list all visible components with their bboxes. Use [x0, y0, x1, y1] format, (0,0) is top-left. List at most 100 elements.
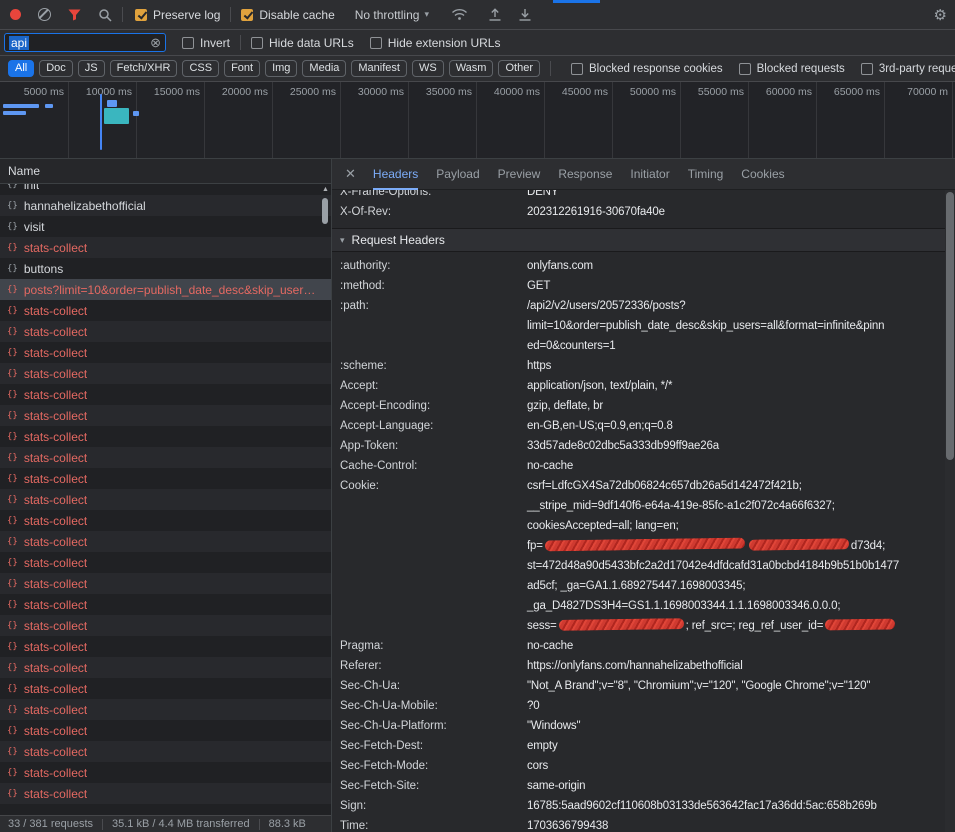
request-row[interactable]: {}stats-collect: [0, 489, 331, 510]
request-row[interactable]: {}stats-collect: [0, 678, 331, 699]
request-row[interactable]: {}stats-collect: [0, 573, 331, 594]
header-row: Cookie:csrf=LdfcGX4Sa72db06824c657db26a5…: [332, 476, 945, 636]
details-scrollbar[interactable]: [945, 190, 955, 832]
network-conditions-icon[interactable]: [451, 8, 468, 21]
filter-chip-other[interactable]: Other: [498, 60, 540, 77]
hide-data-urls-option[interactable]: Hide data URLs: [251, 36, 354, 50]
3rd-party-requests-label: 3rd-party requests: [879, 63, 955, 75]
hide-extension-urls-label: Hide extension URLs: [388, 36, 501, 50]
request-name: stats-collect: [24, 640, 87, 654]
scrollbar-thumb[interactable]: [322, 198, 328, 224]
request-row[interactable]: {}stats-collect: [0, 594, 331, 615]
filter-chip-media[interactable]: Media: [302, 60, 346, 77]
request-row[interactable]: {}stats-collect: [0, 636, 331, 657]
filter-chip-js[interactable]: JS: [78, 60, 105, 77]
request-row[interactable]: {}stats-collect: [0, 237, 331, 258]
timeline-overview[interactable]: 5000 ms10000 ms15000 ms20000 ms25000 ms3…: [0, 82, 955, 159]
toolbar-divider: [240, 35, 241, 50]
request-row[interactable]: {}stats-collect: [0, 342, 331, 363]
tab-payload[interactable]: Payload: [436, 159, 479, 190]
tab-response[interactable]: Response: [558, 159, 612, 190]
type-filter-extra: Blocked response cookies Blocked requests…: [571, 63, 955, 75]
invert-checkbox[interactable]: [182, 37, 194, 49]
filter-chip-manifest[interactable]: Manifest: [351, 60, 407, 77]
preserve-log-option[interactable]: Preserve log: [135, 8, 220, 22]
settings-gear-icon[interactable]: ⚙: [934, 0, 947, 30]
header-value: 33d57ade8c02dbc5a333db99ff9ae26a: [527, 436, 937, 456]
clear-filter-icon[interactable]: ⊗: [150, 36, 161, 49]
export-har-icon[interactable]: [518, 8, 532, 21]
request-row[interactable]: {}visit: [0, 216, 331, 237]
filter-option-3rd-party-requests[interactable]: 3rd-party requests: [861, 63, 955, 75]
request-row[interactable]: {}hannahelizabethofficial: [0, 195, 331, 216]
tab-cookies[interactable]: Cookies: [741, 159, 784, 190]
invert-option[interactable]: Invert: [182, 36, 230, 50]
blocked-response-cookies-checkbox[interactable]: [571, 63, 583, 75]
request-row[interactable]: {}stats-collect: [0, 363, 331, 384]
timeline-label: 55000 ms: [676, 86, 744, 98]
filter-chip-css[interactable]: CSS: [182, 60, 219, 77]
request-row[interactable]: {}stats-collect: [0, 468, 331, 489]
request-row[interactable]: {}stats-collect: [0, 741, 331, 762]
scrollbar-thumb[interactable]: [946, 192, 954, 460]
request-row[interactable]: {}stats-collect: [0, 699, 331, 720]
record-button[interactable]: [10, 9, 21, 20]
filter-chip-doc[interactable]: Doc: [39, 60, 73, 77]
request-headers-section[interactable]: ▾Request Headers: [332, 228, 945, 252]
preserve-log-checkbox[interactable]: [135, 9, 147, 21]
tab-preview[interactable]: Preview: [498, 159, 541, 190]
request-row[interactable]: {}stats-collect: [0, 762, 331, 783]
blocked-requests-checkbox[interactable]: [739, 63, 751, 75]
clear-network-log-icon[interactable]: [38, 8, 51, 21]
header-row: Sec-Fetch-Site:same-origin: [332, 776, 945, 796]
request-row[interactable]: {}stats-collect: [0, 321, 331, 342]
xhr-error-icon: {}: [7, 621, 18, 631]
filter-chip-wasm[interactable]: Wasm: [449, 60, 494, 77]
request-row[interactable]: {}stats-collect: [0, 510, 331, 531]
import-har-icon[interactable]: [488, 8, 502, 21]
header-value: https: [527, 356, 937, 376]
request-row[interactable]: {}stats-collect: [0, 783, 331, 804]
name-column-header[interactable]: Name: [0, 159, 331, 184]
request-list-scrollbar[interactable]: ▲: [320, 184, 331, 815]
disable-cache-checkbox[interactable]: [241, 9, 253, 21]
request-name: stats-collect: [24, 661, 87, 675]
request-row[interactable]: {}stats-collect: [0, 531, 331, 552]
search-icon[interactable]: [98, 8, 112, 22]
preserve-log-label: Preserve log: [153, 8, 220, 22]
throttling-select[interactable]: No throttling ▾: [355, 8, 429, 22]
filter-icon[interactable]: [68, 8, 81, 21]
disable-cache-option[interactable]: Disable cache: [241, 8, 334, 22]
filter-chip-all[interactable]: All: [8, 60, 34, 77]
filter-chip-img[interactable]: Img: [265, 60, 297, 77]
request-row[interactable]: {}stats-collect: [0, 426, 331, 447]
filter-chip-fetch-xhr[interactable]: Fetch/XHR: [110, 60, 178, 77]
blocked-response-cookies-label: Blocked response cookies: [589, 63, 723, 75]
tab-timing[interactable]: Timing: [688, 159, 724, 190]
scroll-up-icon[interactable]: ▲: [322, 186, 329, 193]
filter-chip-font[interactable]: Font: [224, 60, 260, 77]
hide-extension-urls-checkbox[interactable]: [370, 37, 382, 49]
request-row[interactable]: {}stats-collect: [0, 720, 331, 741]
request-row[interactable]: {}stats-collect: [0, 447, 331, 468]
filter-input[interactable]: api ⊗: [4, 33, 166, 52]
request-row[interactable]: {}stats-collect: [0, 300, 331, 321]
request-row[interactable]: {}stats-collect: [0, 552, 331, 573]
request-row[interactable]: {}stats-collect: [0, 405, 331, 426]
hide-extension-urls-option[interactable]: Hide extension URLs: [370, 36, 501, 50]
request-row[interactable]: {}buttons: [0, 258, 331, 279]
request-row[interactable]: {}stats-collect: [0, 657, 331, 678]
request-row[interactable]: {}init: [0, 184, 331, 195]
filter-option-blocked-requests[interactable]: Blocked requests: [739, 63, 845, 75]
tab-initiator[interactable]: Initiator: [630, 159, 669, 190]
filter-chip-ws[interactable]: WS: [412, 60, 444, 77]
close-icon[interactable]: ✕: [345, 166, 356, 182]
tab-headers[interactable]: Headers: [373, 159, 418, 190]
filter-option-blocked-response-cookies[interactable]: Blocked response cookies: [571, 63, 723, 75]
header-name: Referer:: [340, 656, 527, 676]
request-row[interactable]: {}stats-collect: [0, 615, 331, 636]
3rd-party-requests-checkbox[interactable]: [861, 63, 873, 75]
request-row[interactable]: {}stats-collect: [0, 384, 331, 405]
request-row[interactable]: {}posts?limit=10&order=publish_date_desc…: [0, 279, 331, 300]
hide-data-urls-checkbox[interactable]: [251, 37, 263, 49]
